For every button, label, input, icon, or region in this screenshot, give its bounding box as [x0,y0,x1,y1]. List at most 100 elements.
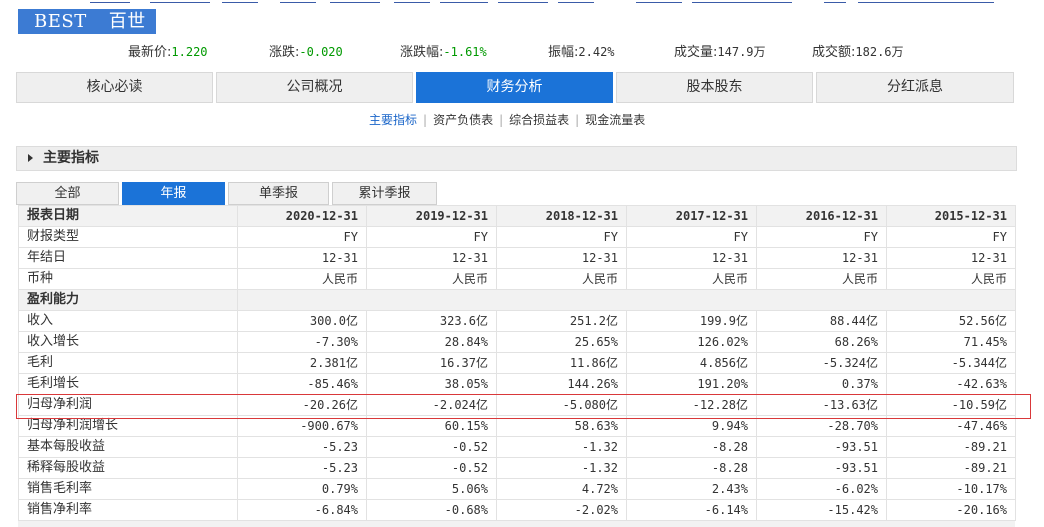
separator: | [423,113,428,127]
row-label: 归母净利润 [18,394,238,416]
table-row: 毛利 2.381亿 16.37亿 11.86亿 4.856亿 -5.324亿 -5.344亿 [18,352,1016,374]
table-cell: -13.63亿 [756,394,887,416]
table-cell: 4.72% [496,478,627,500]
table-cell: FY [366,226,497,248]
table-cell: 人民币 [366,268,497,290]
table-cell: 126.02% [626,331,757,353]
table-cell: -900.67% [237,415,367,437]
table-cell: -10.17% [886,478,1016,500]
section-header[interactable]: 主要指标 [16,146,1017,171]
table-row: 基本每股收益 -5.23 -0.52 -1.32 -8.28 -93.51 -89.21 [18,436,1016,458]
table-row: 销售净利率 -6.84% -0.68% -2.02% -6.14% -15.42% -20.… [18,499,1016,521]
link-balance-sheet[interactable]: 资产负债表 [433,113,493,127]
column-header: 2018-12-31 [496,205,627,227]
table-cell: -0.52 [366,436,497,458]
table-row: 财报类型 FY FY FY FY FY FY [18,226,1016,248]
tab-shareholders[interactable]: 股本股东 [616,72,813,103]
row-label: 稀释每股收益 [18,457,238,479]
stock-title: BEST 百世 [18,9,156,34]
table-cell: -6.84% [237,499,367,521]
table-cell: -2.024亿 [366,394,497,416]
turnover: 成交额:182.6万 [812,45,904,60]
stock-name: 百世 [108,11,146,32]
table-cell: 199.9亿 [626,310,757,332]
table-cell: 12-31 [237,247,367,269]
table-cell: -12.28亿 [626,394,757,416]
table-row: 毛利增长 -85.46% 38.05% 144.26% 191.20% 0.37% -42.… [18,373,1016,395]
section-title: 主要指标 [43,150,99,166]
table-row: 稀释每股收益 -5.23 -0.52 -1.32 -8.28 -93.51 -89.21 [18,457,1016,479]
table-row: 年结日 12-31 12-31 12-31 12-31 12-31 12-31 [18,247,1016,269]
period-tab-cumulative[interactable]: 累计季报 [332,182,437,205]
table-cell: -85.46% [237,373,367,395]
table-cell: 0.79% [237,478,367,500]
table-cell: 人民币 [626,268,757,290]
table-cell: 323.6亿 [366,310,497,332]
table-cell: -89.21 [886,436,1016,458]
tab-company-overview[interactable]: 公司概况 [216,72,413,103]
section-label: 盈利能力 [18,289,238,311]
table-cell: -93.51 [756,457,887,479]
tab-financial-analysis[interactable]: 财务分析 [416,72,613,103]
table-cell: -5.324亿 [756,352,887,374]
table-cell: -5.080亿 [496,394,627,416]
table-cell: 4.856亿 [626,352,757,374]
link-key-indicators[interactable]: 主要指标 [369,113,417,127]
table-cell: 12-31 [886,247,1016,269]
table-cell: 5.06% [366,478,497,500]
table-cell: 144.26% [496,373,627,395]
table-cell: -15.42% [756,499,887,521]
table-cell: -2.02% [496,499,627,521]
table-cell: -10.59亿 [886,394,1016,416]
row-label: 币种 [18,268,238,290]
tab-core-reading[interactable]: 核心必读 [16,72,213,103]
period-tab-all[interactable]: 全部 [16,182,119,205]
row-label: 归母净利润增长 [18,415,238,437]
table-cell: -20.16% [886,499,1016,521]
table-cell: -47.46% [886,415,1016,437]
table-cell: -5.344亿 [886,352,1016,374]
table-cell: 2.381亿 [237,352,367,374]
empty-cell [756,289,887,311]
empty-cell [496,289,627,311]
column-header: 2020-12-31 [237,205,367,227]
period-tab-annual[interactable]: 年报 [122,182,225,205]
section-row: 盈利能力 [18,289,1016,311]
table-cell: 300.0亿 [237,310,367,332]
amplitude: 振幅:2.42% [548,45,615,60]
table-cell: 11.86亿 [496,352,627,374]
row-label: 收入增长 [18,331,238,353]
link-income-statement[interactable]: 综合损益表 [509,113,569,127]
table-cell: -28.70% [756,415,887,437]
table-row: 收入 300.0亿 323.6亿 251.2亿 199.9亿 88.44亿 52.56亿 [18,310,1016,332]
price-change: 涨跌:-0.020 [269,45,343,60]
table-cell: -1.32 [496,436,627,458]
column-header: 2015-12-31 [886,205,1016,227]
row-label: 基本每股收益 [18,436,238,458]
empty-cell [626,289,757,311]
table-cell: FY [237,226,367,248]
separator: | [499,113,504,127]
table-cell: -8.28 [626,436,757,458]
table-cell: 2.43% [626,478,757,500]
price-change-pct: 涨跌幅:-1.61% [400,45,487,60]
period-tab-quarterly[interactable]: 单季报 [228,182,329,205]
table-cell: -7.30% [237,331,367,353]
link-cash-flow[interactable]: 现金流量表 [585,113,645,127]
sub-links: 主要指标 | 资产负债表 | 综合损益表 | 现金流量表 [369,112,645,128]
table-cell: 60.15% [366,415,497,437]
table-cell: 38.05% [366,373,497,395]
table-cell: 16.37亿 [366,352,497,374]
column-header: 2019-12-31 [366,205,497,227]
last-price: 最新价:1.220 [128,45,208,60]
table-row: 收入增长 -7.30% 28.84% 25.65% 126.02% 68.26% 71.45… [18,331,1016,353]
table-row: 归母净利润增长 -900.67% 60.15% 58.63% 9.94% -28.70% -… [18,415,1016,437]
table-cell: 12-31 [756,247,887,269]
table-cell: 52.56亿 [886,310,1016,332]
table-cell: -6.14% [626,499,757,521]
table-cell: 28.84% [366,331,497,353]
volume: 成交量:147.9万 [674,45,766,60]
table-cell: -5.23 [237,457,367,479]
tab-dividends[interactable]: 分红派息 [816,72,1014,103]
table-cell: -89.21 [886,457,1016,479]
